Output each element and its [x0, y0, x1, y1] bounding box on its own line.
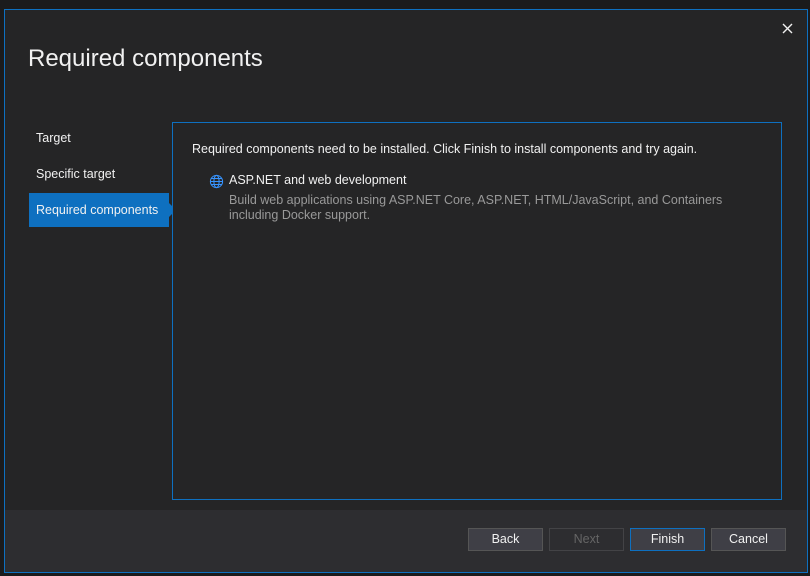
nav-item-label: Required components — [36, 203, 159, 217]
dialog-title: Required components — [28, 45, 263, 72]
back-button[interactable]: Back — [468, 528, 543, 551]
cancel-button[interactable]: Cancel — [711, 528, 786, 551]
component-description: Build web applications using ASP.NET Cor… — [229, 193, 723, 222]
component-title: ASP.NET and web development — [229, 173, 407, 187]
nav-item-specific-target[interactable]: Specific target — [29, 157, 169, 191]
dialog-footer: Back Next Finish Cancel — [5, 510, 807, 572]
globe-icon — [209, 174, 224, 189]
publish-dialog: Required components Target Specific targ… — [4, 9, 808, 573]
install-message: Required components need to be installed… — [192, 142, 698, 156]
nav-item-target[interactable]: Target — [29, 121, 169, 155]
finish-button[interactable]: Finish — [630, 528, 705, 551]
close-icon — [782, 23, 792, 33]
wizard-nav: Target Specific target Required componen… — [29, 121, 176, 229]
nav-item-label: Specific target — [36, 167, 116, 181]
next-button[interactable]: Next — [549, 528, 624, 551]
nav-item-label: Target — [36, 131, 71, 145]
content-panel: Required components need to be installed… — [172, 122, 782, 500]
nav-item-required-components[interactable]: Required components — [29, 193, 176, 227]
close-button[interactable] — [777, 18, 797, 38]
